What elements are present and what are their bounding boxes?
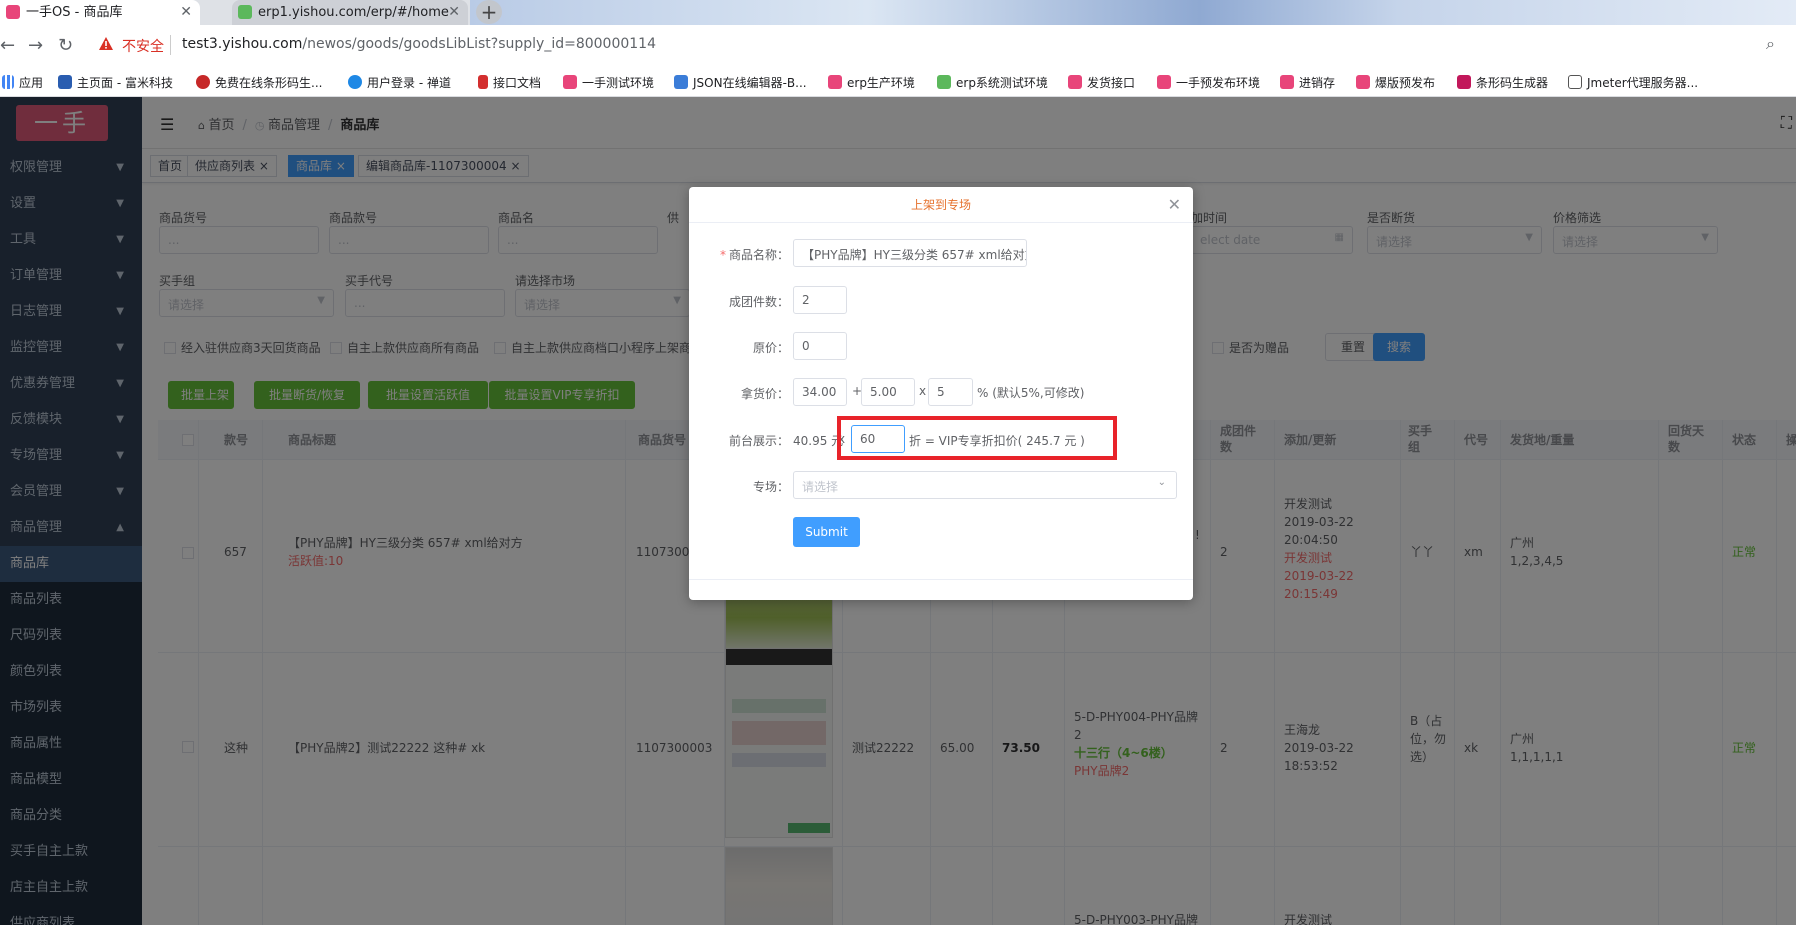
bookmark-favicon-icon: [1157, 75, 1171, 89]
label-topic: 专场：: [752, 480, 789, 494]
percent-note: % (默认5%,可修改): [977, 386, 1085, 400]
bookmark-favicon-icon: [937, 75, 951, 89]
bookmark-item[interactable]: 发货接口: [1068, 74, 1135, 91]
dialog-title: 上架到专场: [689, 187, 1193, 223]
bookmarks-bar: 应用 主页面 - 富米科技 免费在线条形码生... 用户登录 - 禅道 接口文档…: [0, 67, 1796, 97]
bookmark-favicon-icon: [674, 75, 688, 89]
url-host: test3.yishou.com: [182, 36, 303, 52]
yishou-favicon-icon: [6, 5, 20, 19]
label-group-qty: 成团件数：: [728, 295, 789, 309]
bookmark-item[interactable]: 一手预发布环境: [1157, 74, 1260, 91]
bookmark-item[interactable]: 进销存: [1280, 74, 1335, 91]
forward-icon[interactable]: →: [28, 36, 43, 56]
original-price-input[interactable]: 0: [793, 332, 847, 360]
times-sign: x: [919, 384, 927, 398]
apps-grid-icon: [2, 75, 14, 89]
display-price-value: 40.95 元: [793, 434, 844, 448]
bookmark-item[interactable]: 一手测试环境: [563, 74, 654, 91]
erp-favicon-icon: [238, 5, 252, 19]
bookmark-favicon-icon: [348, 75, 362, 89]
supply-price-input[interactable]: 34.00: [793, 378, 847, 406]
annotation-highlight-box: [837, 416, 1117, 460]
browser-tab-active[interactable]: 一手OS - 商品库 ✕: [0, 0, 200, 25]
zoom-icon[interactable]: ⌕: [1766, 34, 1775, 54]
bookmark-item[interactable]: JSON在线编辑器-B...: [674, 74, 807, 91]
bookmark-item[interactable]: 接口文档: [478, 74, 541, 91]
new-tab-button[interactable]: +: [476, 0, 502, 24]
bookmark-item[interactable]: erp生产环境: [828, 74, 915, 91]
bookmark-favicon-icon: [1068, 75, 1082, 89]
chevron-down-icon: ⌄: [1157, 477, 1166, 488]
topic-select[interactable]: 请选择 ⌄: [793, 471, 1177, 499]
not-secure-label[interactable]: 不安全: [122, 36, 164, 56]
address-bar: ← → ↻ 不安全 test3.yishou.com/newos/goods/g…: [0, 25, 1796, 67]
bookmark-apps[interactable]: 应用: [2, 74, 43, 91]
bookmark-item[interactable]: 爆版预发布: [1356, 74, 1435, 91]
bookmark-favicon-icon: [58, 75, 72, 89]
bookmark-item[interactable]: Jmeter代理服务器...: [1568, 74, 1698, 91]
bookmark-favicon-icon: [196, 75, 210, 89]
label-product-name: * 商品名称：: [719, 248, 789, 262]
url-separator: [170, 35, 171, 55]
bookmark-item[interactable]: 免费在线条形码生...: [196, 74, 322, 91]
tab-title: 一手OS - 商品库: [26, 5, 123, 20]
bookmark-item[interactable]: erp系统测试环境: [937, 74, 1048, 91]
close-tab-icon[interactable]: ✕: [448, 0, 460, 25]
group-qty-input[interactable]: 2: [793, 286, 847, 314]
bookmark-favicon-icon: [1568, 75, 1582, 89]
browser-tab-bar: 一手OS - 商品库 ✕ erp1.yishou.com/erp/#/home …: [0, 0, 1796, 25]
dialog-footer-divider: [689, 579, 1193, 580]
label-supply-price: 拿货价：: [740, 387, 789, 401]
required-mark: *: [719, 248, 726, 262]
close-tab-icon[interactable]: ✕: [180, 0, 192, 25]
bookmark-favicon-icon: [1280, 75, 1294, 89]
bookmark-favicon-icon: [478, 75, 488, 89]
label-original-price: 原价：: [752, 341, 789, 355]
publish-to-topic-dialog: 上架到专场 ✕ * 商品名称： 【PHY品牌】HY三级分类 657# xml给对方…: [689, 187, 1193, 600]
product-name-input[interactable]: 【PHY品牌】HY三级分类 657# xml给对方: [793, 239, 1027, 267]
back-icon[interactable]: ←: [0, 36, 15, 56]
tab-title: erp1.yishou.com/erp/#/home: [258, 5, 449, 20]
bookmark-item[interactable]: 条形码生成器: [1457, 74, 1548, 91]
window-background: [470, 0, 1796, 25]
bookmark-favicon-icon: [563, 75, 577, 89]
url-path: /newos/goods/goodsLibList?supply_id=8000…: [302, 36, 656, 52]
url-input[interactable]: test3.yishou.com/newos/goods/goodsLibLis…: [182, 36, 656, 52]
percent-input[interactable]: 5: [928, 378, 973, 406]
warning-icon: [99, 37, 113, 50]
label-display-price: 前台展示：: [728, 434, 789, 448]
browser-tab-erp[interactable]: erp1.yishou.com/erp/#/home ✕: [232, 0, 468, 25]
bookmark-item[interactable]: 主页面 - 富米科技: [58, 74, 173, 91]
bookmark-favicon-icon: [1457, 75, 1471, 89]
submit-button[interactable]: Submit: [793, 517, 860, 547]
markup-input[interactable]: 5.00: [861, 378, 915, 406]
bookmark-item[interactable]: 用户登录 - 禅道: [348, 74, 451, 91]
close-icon[interactable]: ✕: [1168, 195, 1181, 214]
bookmark-favicon-icon: [1356, 75, 1370, 89]
reload-icon[interactable]: ↻: [58, 36, 73, 56]
bookmark-favicon-icon: [828, 75, 842, 89]
